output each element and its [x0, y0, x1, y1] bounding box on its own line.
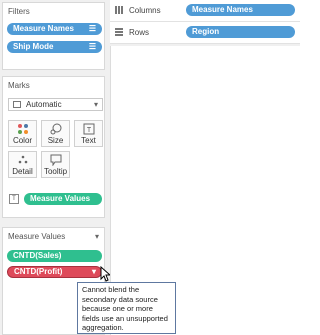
mark-detail-button[interactable]: Detail — [8, 151, 37, 178]
rows-pill-region[interactable]: Region — [186, 26, 295, 38]
tooltip-line: aggregation. — [82, 323, 124, 333]
rows-shelf[interactable]: Rows Region — [110, 22, 300, 44]
columns-shelf[interactable]: Columns Measure Names — [110, 0, 300, 22]
filters-title: Filters — [8, 7, 30, 16]
mark-size-label: Size — [47, 136, 64, 145]
filter-pill-measure-names[interactable]: Measure Names ☰ — [7, 23, 102, 35]
measure-pill-cntd-sales[interactable]: CNTD(Sales) — [7, 250, 102, 262]
chevron-down-icon[interactable]: ▾ — [95, 232, 99, 241]
columns-label: Columns — [129, 6, 161, 15]
measure-pill-cntd-profit[interactable]: CNTD(Profit) ▾ — [7, 266, 102, 278]
text-field-icon: T — [9, 194, 19, 204]
columns-icon — [114, 5, 124, 15]
marks-title: Marks — [8, 81, 30, 90]
tooltip-line: fields use an unsupported — [82, 313, 168, 323]
mark-color-button[interactable]: Color — [8, 120, 37, 147]
mark-detail-label: Detail — [12, 167, 33, 176]
svg-text:T: T — [86, 127, 91, 134]
size-icon — [42, 123, 69, 135]
chevron-down-icon: ▾ — [91, 267, 96, 276]
tableau-workspace: Filters Measure Names ☰ Ship Mode ☰ Mark… — [0, 0, 300, 335]
automatic-mark-icon — [13, 101, 21, 108]
mouse-cursor-icon — [100, 266, 110, 282]
filters-card: Filters Measure Names ☰ Ship Mode ☰ — [2, 2, 105, 70]
measure-values-title: Measure Values — [8, 232, 66, 241]
mark-tooltip-label: Tooltip — [43, 167, 68, 176]
mark-size-button[interactable]: Size — [41, 120, 70, 147]
filter-pill-ship-mode[interactable]: Ship Mode ☰ — [7, 41, 102, 53]
detail-icon — [9, 154, 36, 166]
marks-field-label: Measure Values — [30, 194, 91, 203]
filter-pill-label: Ship Mode — [13, 42, 54, 51]
filter-pill-label: Measure Names — [13, 24, 74, 33]
mark-color-label: Color — [12, 136, 33, 145]
mark-tooltip-button[interactable]: Tooltip — [41, 151, 70, 178]
tooltip-line: Cannot blend the — [82, 285, 140, 294]
marks-card: Marks Automatic ▾ Color Size T Text Deta… — [2, 76, 105, 218]
blend-error-tooltip: Cannot blend the secondary data source b… — [77, 282, 176, 334]
rows-label: Rows — [129, 28, 150, 37]
measure-pill-label: CNTD(Profit) — [14, 267, 63, 276]
columns-pill-label: Measure Names — [192, 5, 253, 14]
measure-pill-label: CNTD(Sales) — [13, 251, 62, 260]
tooltip-line: secondary data source — [82, 294, 158, 304]
filter-list-icon: ☰ — [88, 24, 96, 33]
tooltip-line: because one or more — [82, 304, 153, 314]
mark-type-value: Automatic — [26, 100, 62, 109]
chevron-down-icon: ▾ — [93, 100, 98, 109]
marks-measure-values-pill[interactable]: Measure Values — [24, 193, 102, 205]
rows-icon — [114, 27, 124, 37]
mark-type-dropdown[interactable]: Automatic ▾ — [8, 98, 103, 111]
color-dots-icon — [9, 123, 36, 135]
filter-list-icon: ☰ — [88, 42, 96, 51]
mark-text-button[interactable]: T Text — [74, 120, 103, 147]
tooltip-icon — [42, 154, 69, 167]
rows-pill-label: Region — [192, 27, 220, 36]
mark-text-label: Text — [81, 136, 96, 145]
columns-pill-measure-names[interactable]: Measure Names — [186, 4, 295, 16]
text-icon: T — [75, 123, 102, 135]
